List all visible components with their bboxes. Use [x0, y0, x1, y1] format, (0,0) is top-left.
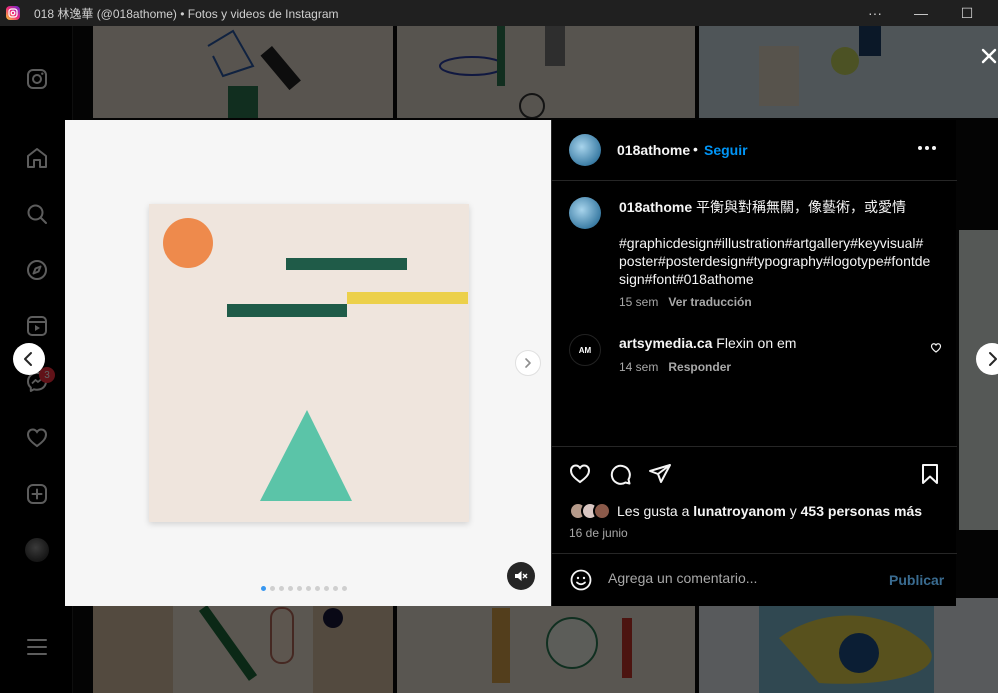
chevron-left-icon: [24, 352, 32, 366]
author-avatar[interactable]: [569, 134, 601, 166]
carousel-dot: [306, 586, 311, 591]
share-paper-plane-icon[interactable]: [648, 462, 672, 486]
liker-username-link[interactable]: lunatroyanom: [693, 503, 786, 519]
carousel-dot: [261, 586, 266, 591]
chevron-right-icon: [989, 352, 997, 366]
post-details-panel: 018athome • Seguir 018athome 平衡與對稱無關，像藝術…: [551, 120, 957, 606]
post-modal: 018athome • Seguir 018athome 平衡與對稱無關，像藝術…: [65, 120, 957, 606]
caption-text: 平衡與對稱無關，像藝術，或愛情: [696, 199, 907, 215]
green-bar-shape: [286, 258, 407, 270]
carousel-next-button[interactable]: [515, 350, 541, 376]
previous-post-button[interactable]: [13, 343, 45, 375]
comment-input[interactable]: [608, 570, 868, 586]
likes-and: y: [789, 503, 797, 519]
yellow-bar-shape: [347, 292, 468, 304]
comment-item: artsymedia.ca Flexin on em: [619, 335, 796, 351]
close-icon[interactable]: [980, 47, 998, 69]
chevron-right-icon: [525, 358, 531, 368]
carousel-dot: [270, 586, 275, 591]
carousel-dot: [288, 586, 293, 591]
post-date[interactable]: 16 de junio: [569, 526, 628, 540]
liker-avatar: [593, 502, 611, 520]
caption-time[interactable]: 15 sem: [619, 295, 658, 309]
carousel-dot: [333, 586, 338, 591]
more-dot: [918, 146, 922, 150]
commenter-avatar[interactable]: AM: [569, 334, 601, 366]
more-dot: [932, 146, 936, 150]
author-username-link[interactable]: 018athome: [617, 142, 690, 158]
like-heart-icon[interactable]: [568, 462, 592, 486]
comment-bubble-icon[interactable]: [608, 462, 632, 486]
caption-hashtags[interactable]: #graphicdesign#illustration#artgallery#k…: [619, 234, 931, 288]
carousel-dot: [297, 586, 302, 591]
comment-meta: 14 sem Responder: [619, 360, 731, 374]
instagram-app-icon: [6, 6, 20, 20]
follow-button[interactable]: Seguir: [704, 142, 748, 158]
likes-summary: Les gusta a lunatroyanom y 453 personas …: [569, 502, 922, 520]
window-more-button[interactable]: ···: [852, 0, 898, 26]
add-comment-box: Publicar: [552, 554, 957, 606]
actions-divider: [552, 446, 957, 447]
header-divider: [552, 180, 957, 181]
comment-text: Flexin on em: [716, 335, 797, 351]
reply-link[interactable]: Responder: [668, 360, 731, 374]
more-options-button[interactable]: [918, 146, 936, 150]
like-comment-heart-icon[interactable]: [930, 342, 942, 354]
post-caption: 018athome 平衡與對稱無關，像藝術，或愛情 #graphicdesign…: [619, 198, 931, 288]
carousel-dot: [342, 586, 347, 591]
emoji-icon[interactable]: [569, 568, 593, 592]
header-separator: •: [693, 141, 698, 157]
post-media: [65, 120, 551, 606]
carousel-indicator: [261, 586, 347, 591]
more-dot: [925, 146, 929, 150]
caption-meta: 15 sem Ver traducción: [619, 295, 752, 309]
carousel-dot: [279, 586, 284, 591]
mute-button[interactable]: [507, 562, 535, 590]
teal-triangle-shape: [260, 410, 352, 501]
caption-author-link[interactable]: 018athome: [619, 199, 692, 215]
likes-count-link[interactable]: 453 personas más: [801, 503, 922, 519]
publish-button[interactable]: Publicar: [889, 572, 944, 588]
window-minimize-button[interactable]: —: [898, 0, 944, 26]
orange-circle-shape: [163, 218, 213, 268]
post-artwork-image: [149, 204, 469, 522]
save-bookmark-icon[interactable]: [918, 462, 942, 486]
commenter-avatar-text: AM: [578, 345, 592, 355]
window-maximize-button[interactable]: ☐: [944, 0, 990, 26]
see-translation-link[interactable]: Ver traducción: [668, 295, 751, 309]
comment-time[interactable]: 14 sem: [619, 360, 658, 374]
carousel-dot: [315, 586, 320, 591]
commenter-username-link[interactable]: artsymedia.ca: [619, 335, 712, 351]
likes-prefix: Les gusta a: [617, 503, 690, 519]
green-bar-shape: [227, 304, 347, 317]
caption-author-avatar[interactable]: [569, 197, 601, 229]
carousel-dot: [324, 586, 329, 591]
likes-text: Les gusta a lunatroyanom y 453 personas …: [617, 503, 922, 519]
window-titlebar: 018 林逸華 (@018athome) • Fotos y videos de…: [0, 0, 998, 26]
window-title: 018 林逸華 (@018athome) • Fotos y videos de…: [34, 6, 339, 21]
speaker-muted-icon: [515, 571, 528, 581]
